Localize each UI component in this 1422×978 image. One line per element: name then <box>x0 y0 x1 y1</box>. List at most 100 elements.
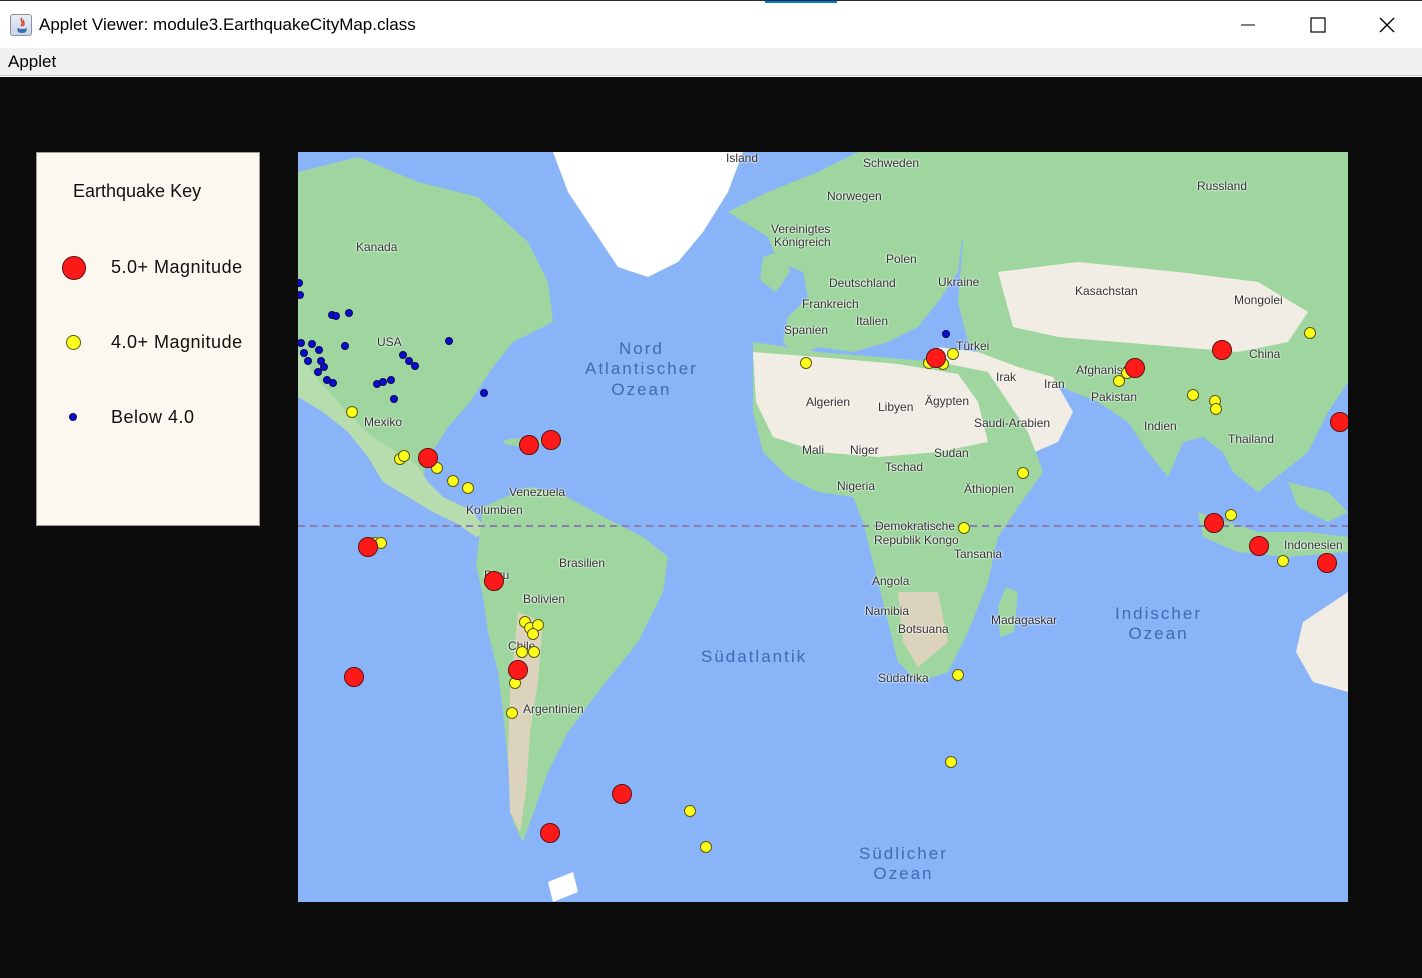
map-label: Bolivien <box>523 592 566 606</box>
map-label: Russland <box>1197 179 1248 193</box>
quake-marker-moderate[interactable] <box>447 475 459 487</box>
quake-marker-light[interactable] <box>480 389 488 397</box>
legend-row-strong: 5.0+ Magnitude <box>37 253 261 283</box>
quake-marker-strong[interactable] <box>508 660 528 680</box>
ocean-label-north-atlantic: Nord Atlantischer Ozean <box>585 339 698 400</box>
legend-label: 4.0+ Magnitude <box>111 332 243 352</box>
yellow-circle-icon <box>66 335 81 350</box>
quake-marker-light[interactable] <box>390 395 398 403</box>
quake-marker-moderate[interactable] <box>1225 509 1237 521</box>
quake-marker-light[interactable] <box>304 357 312 365</box>
map-label: Republik Kongo <box>874 533 959 547</box>
ocean-label-line: Südatlantik <box>701 647 808 666</box>
quake-marker-moderate[interactable] <box>506 707 518 719</box>
quake-marker-light[interactable] <box>942 330 950 338</box>
menu-bar: Applet <box>0 48 1422 76</box>
quake-marker-light[interactable] <box>332 312 340 320</box>
quake-marker-moderate[interactable] <box>952 669 964 681</box>
quake-marker-light[interactable] <box>411 362 419 370</box>
quake-marker-moderate[interactable] <box>1187 389 1199 401</box>
ocean-label-line: Südlicher <box>859 844 948 863</box>
quake-marker-strong[interactable] <box>1249 536 1269 556</box>
quake-marker-moderate[interactable] <box>398 450 410 462</box>
quake-marker-strong[interactable] <box>418 448 438 468</box>
map-label: Südafrika <box>878 671 929 685</box>
map-label: Indien <box>1144 419 1177 433</box>
quake-marker-strong[interactable] <box>1212 340 1232 360</box>
quake-marker-strong[interactable] <box>1317 553 1337 573</box>
map-label: Mongolei <box>1234 293 1283 307</box>
map-label: Demokratische <box>875 519 956 533</box>
map-label: Ukraine <box>938 275 980 289</box>
quake-marker-light[interactable] <box>341 342 349 350</box>
quake-marker-moderate[interactable] <box>346 406 358 418</box>
quake-marker-strong[interactable] <box>540 823 560 843</box>
quake-marker-moderate[interactable] <box>947 348 959 360</box>
quake-marker-light[interactable] <box>315 346 323 354</box>
quake-marker-light[interactable] <box>300 349 308 357</box>
quake-marker-strong[interactable] <box>358 537 378 557</box>
quake-marker-moderate[interactable] <box>1210 403 1222 415</box>
map-label: Botsuana <box>898 622 949 636</box>
ocean-label-line: Nord <box>618 339 664 358</box>
quake-marker-strong[interactable] <box>541 430 561 450</box>
quake-marker-strong[interactable] <box>1125 358 1145 378</box>
quake-marker-moderate[interactable] <box>800 357 812 369</box>
quake-marker-strong[interactable] <box>484 571 504 591</box>
maximize-button[interactable] <box>1283 1 1353 49</box>
map-label: Kanada <box>356 240 398 254</box>
map-label: Ägypten <box>925 394 970 408</box>
ocean-label-southern: Südlicher Ozean <box>859 844 948 885</box>
world-map[interactable]: Nord Atlantischer Ozean Indischer Ozean … <box>298 152 1348 902</box>
quake-marker-moderate[interactable] <box>1017 467 1029 479</box>
close-icon <box>1379 17 1395 33</box>
quake-marker-light[interactable] <box>345 309 353 317</box>
quake-marker-moderate[interactable] <box>462 482 474 494</box>
legend-row-light: Below 4.0 <box>37 403 261 433</box>
map-label: Nigeria <box>837 479 876 493</box>
quake-marker-strong[interactable] <box>344 667 364 687</box>
quake-marker-moderate[interactable] <box>684 805 696 817</box>
map-label: Türkei <box>956 339 990 353</box>
quake-marker-moderate[interactable] <box>527 628 539 640</box>
quake-marker-light[interactable] <box>387 376 395 384</box>
map-label: Tansania <box>954 547 1003 561</box>
close-button[interactable] <box>1352 1 1422 49</box>
map-label: Mali <box>802 443 825 457</box>
menu-applet[interactable]: Applet <box>8 52 56 72</box>
quake-marker-light[interactable] <box>320 363 328 371</box>
quake-marker-strong[interactable] <box>519 435 539 455</box>
legend-label: 5.0+ Magnitude <box>111 257 243 277</box>
quake-marker-strong[interactable] <box>1330 412 1348 432</box>
ocean-label-line: Atlantischer <box>585 359 698 379</box>
ocean-label-line: Indischer <box>1115 604 1202 623</box>
legend-row-moderate: 4.0+ Magnitude <box>37 328 261 358</box>
quake-marker-moderate[interactable] <box>945 756 957 768</box>
map-label: Norwegen <box>827 189 882 203</box>
map-label: Äthiopien <box>964 482 1015 496</box>
quake-marker-strong[interactable] <box>1204 513 1224 533</box>
window-titlebar: Applet Viewer: module3.EarthquakeCityMap… <box>0 0 1422 48</box>
legend-label: Below 4.0 <box>111 407 195 427</box>
quake-marker-moderate[interactable] <box>958 522 970 534</box>
map-label: Island <box>726 152 759 165</box>
quake-marker-moderate[interactable] <box>516 646 528 658</box>
map-label: Venezuela <box>509 485 566 499</box>
quake-marker-moderate[interactable] <box>1277 555 1289 567</box>
minimize-button[interactable] <box>1213 1 1283 49</box>
map-label: Angola <box>872 574 910 588</box>
quake-marker-light[interactable] <box>329 379 337 387</box>
ocean-label-line: Ozean <box>1128 624 1189 644</box>
ocean-label-line: Ozean <box>873 864 934 884</box>
quake-marker-light[interactable] <box>379 378 387 386</box>
ocean-label-south-atlantic: Südatlantik <box>701 647 807 667</box>
map-label: Deutschland <box>829 276 896 290</box>
map-label: Tschad <box>885 460 924 474</box>
quake-marker-strong[interactable] <box>926 348 946 368</box>
quake-marker-moderate[interactable] <box>1304 327 1316 339</box>
quake-marker-moderate[interactable] <box>528 646 540 658</box>
quake-marker-light[interactable] <box>445 337 453 345</box>
quake-marker-moderate[interactable] <box>700 841 712 853</box>
quake-marker-strong[interactable] <box>612 784 632 804</box>
java-icon[interactable] <box>10 14 32 36</box>
